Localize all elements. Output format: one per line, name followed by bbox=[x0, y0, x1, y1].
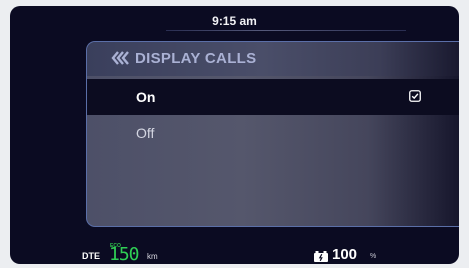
clock: 9:15 am bbox=[212, 14, 257, 28]
display-calls-panel: DISPLAY CALLS On Off bbox=[86, 41, 459, 227]
battery-icon bbox=[314, 251, 328, 262]
range-unit: km bbox=[147, 252, 158, 261]
option-off[interactable]: Off bbox=[87, 115, 459, 151]
battery-value: 100 bbox=[332, 246, 358, 263]
bottom-bar: DTE ECO 150 km 100 % bbox=[10, 242, 459, 264]
checkbox-checked-icon bbox=[409, 90, 421, 102]
double-chevron-left-icon[interactable] bbox=[111, 51, 129, 65]
battery-unit: % bbox=[370, 253, 377, 260]
option-on[interactable]: On bbox=[87, 79, 459, 115]
panel-header: DISPLAY CALLS bbox=[87, 42, 459, 76]
display-screen: 9:15 am DISPLAY CALLS On Off DTE ECO 150… bbox=[10, 6, 459, 264]
dte-label: DTE bbox=[82, 251, 100, 261]
status-divider bbox=[166, 30, 406, 31]
range-value: 150 bbox=[109, 244, 139, 264]
option-off-label: Off bbox=[136, 125, 155, 141]
panel-title: DISPLAY CALLS bbox=[135, 50, 257, 67]
option-on-label: On bbox=[136, 89, 156, 105]
status-bar: 9:15 am bbox=[10, 6, 459, 34]
